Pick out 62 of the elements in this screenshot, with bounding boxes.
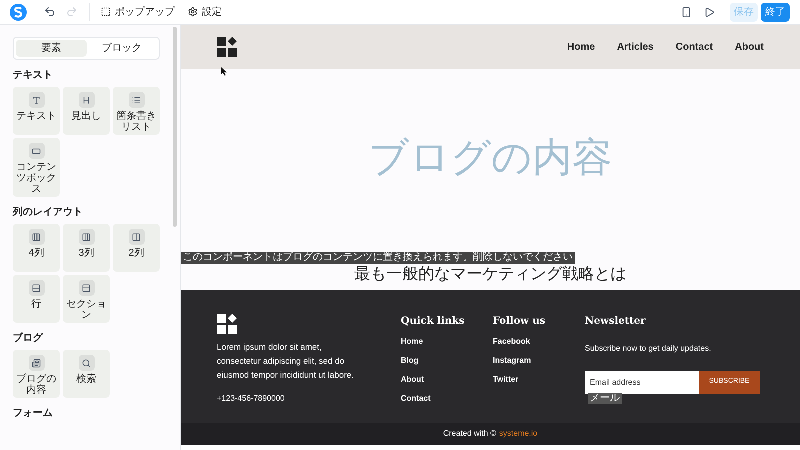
footer-link[interactable]: Instagram [493, 355, 585, 367]
element-tile[interactable]: 3列 [63, 224, 110, 272]
credit-text: Created with © [443, 428, 496, 440]
type-icon [32, 96, 41, 104]
heading-icon [82, 96, 92, 104]
toolbar-button[interactable]: 設定 [188, 4, 222, 20]
undo-icon[interactable] [44, 6, 56, 18]
nav-link[interactable]: Home [567, 40, 596, 54]
element-tile[interactable]: 箇条書きリスト [113, 87, 160, 135]
section-title: ブログ [13, 332, 44, 346]
nav-link[interactable]: About [735, 40, 764, 54]
box-icon [32, 146, 41, 156]
cursor-icon [221, 67, 227, 76]
phone-number: +123-456-7890000 [217, 393, 286, 405]
app-logo-icon[interactable] [10, 4, 27, 20]
toolbar-button[interactable]: ポップアップ [101, 4, 175, 20]
element-tile[interactable]: コンテンツボックス [13, 138, 60, 197]
section-title: 列のレイアウト [13, 206, 84, 220]
footer-heading: Follow us [493, 315, 546, 329]
newspaper-icon [32, 358, 41, 368]
play-icon[interactable] [704, 6, 715, 18]
element-tile[interactable]: ブログの内容 [13, 350, 60, 398]
rows-icon [32, 284, 41, 292]
email-field[interactable]: Email address [585, 371, 699, 394]
list-icon [132, 96, 142, 104]
hero-text: ブログの内容 [368, 134, 612, 180]
logo-icon [217, 314, 237, 334]
search-icon [82, 358, 92, 368]
footer-heading: Newsletter [585, 315, 647, 329]
section-title: フォーム [13, 407, 54, 421]
columns-icon [32, 232, 41, 242]
footer-link[interactable]: Home [401, 336, 493, 348]
columns-icon [132, 232, 142, 242]
footer-link[interactable]: Facebook [493, 336, 585, 348]
element-tile[interactable]: 検索 [63, 350, 110, 398]
panel-icon [82, 284, 92, 292]
article-heading: 最も一般的なマーケティング戦略とは [354, 264, 626, 285]
newsletter-text: Subscribe now to get daily updates. [585, 343, 712, 355]
popup-icon [101, 7, 111, 17]
element-tile[interactable]: 2列 [113, 224, 160, 272]
brand-link[interactable]: systeme.io [499, 428, 538, 440]
footer-link[interactable]: Contact [401, 393, 493, 405]
columns-icon [82, 232, 92, 242]
footer-link[interactable]: Twitter [493, 374, 585, 386]
footer-description: Lorem ipsum dolor sit amet, consectetur adipiscing elit, sed do eiusmod tempor incididunt ut labore. [217, 341, 356, 382]
sidebar-tab[interactable]: 要素 [16, 40, 87, 57]
element-tile[interactable]: テキスト [13, 87, 60, 135]
settings-icon [188, 7, 198, 17]
section-title: テキスト [13, 69, 54, 83]
footer-heading: Quick links [401, 315, 466, 329]
nav-link[interactable]: Articles [617, 40, 654, 54]
nav-link[interactable]: Contact [676, 40, 714, 54]
field-tag: メール [588, 393, 622, 404]
footer-link[interactable]: About [401, 374, 493, 386]
element-tile[interactable]: 行 [13, 275, 60, 323]
element-tile[interactable]: 4列 [13, 224, 60, 272]
footer-link[interactable]: Blog [401, 355, 493, 367]
tooltip: このコンポーネントはブログのコンテンツに置き換えられます。削除しないでください [181, 252, 575, 264]
logo-icon [217, 37, 237, 57]
element-tile[interactable]: 見出し [63, 87, 110, 135]
mobile-icon[interactable] [681, 6, 692, 18]
element-tile[interactable]: セクション [63, 275, 110, 323]
